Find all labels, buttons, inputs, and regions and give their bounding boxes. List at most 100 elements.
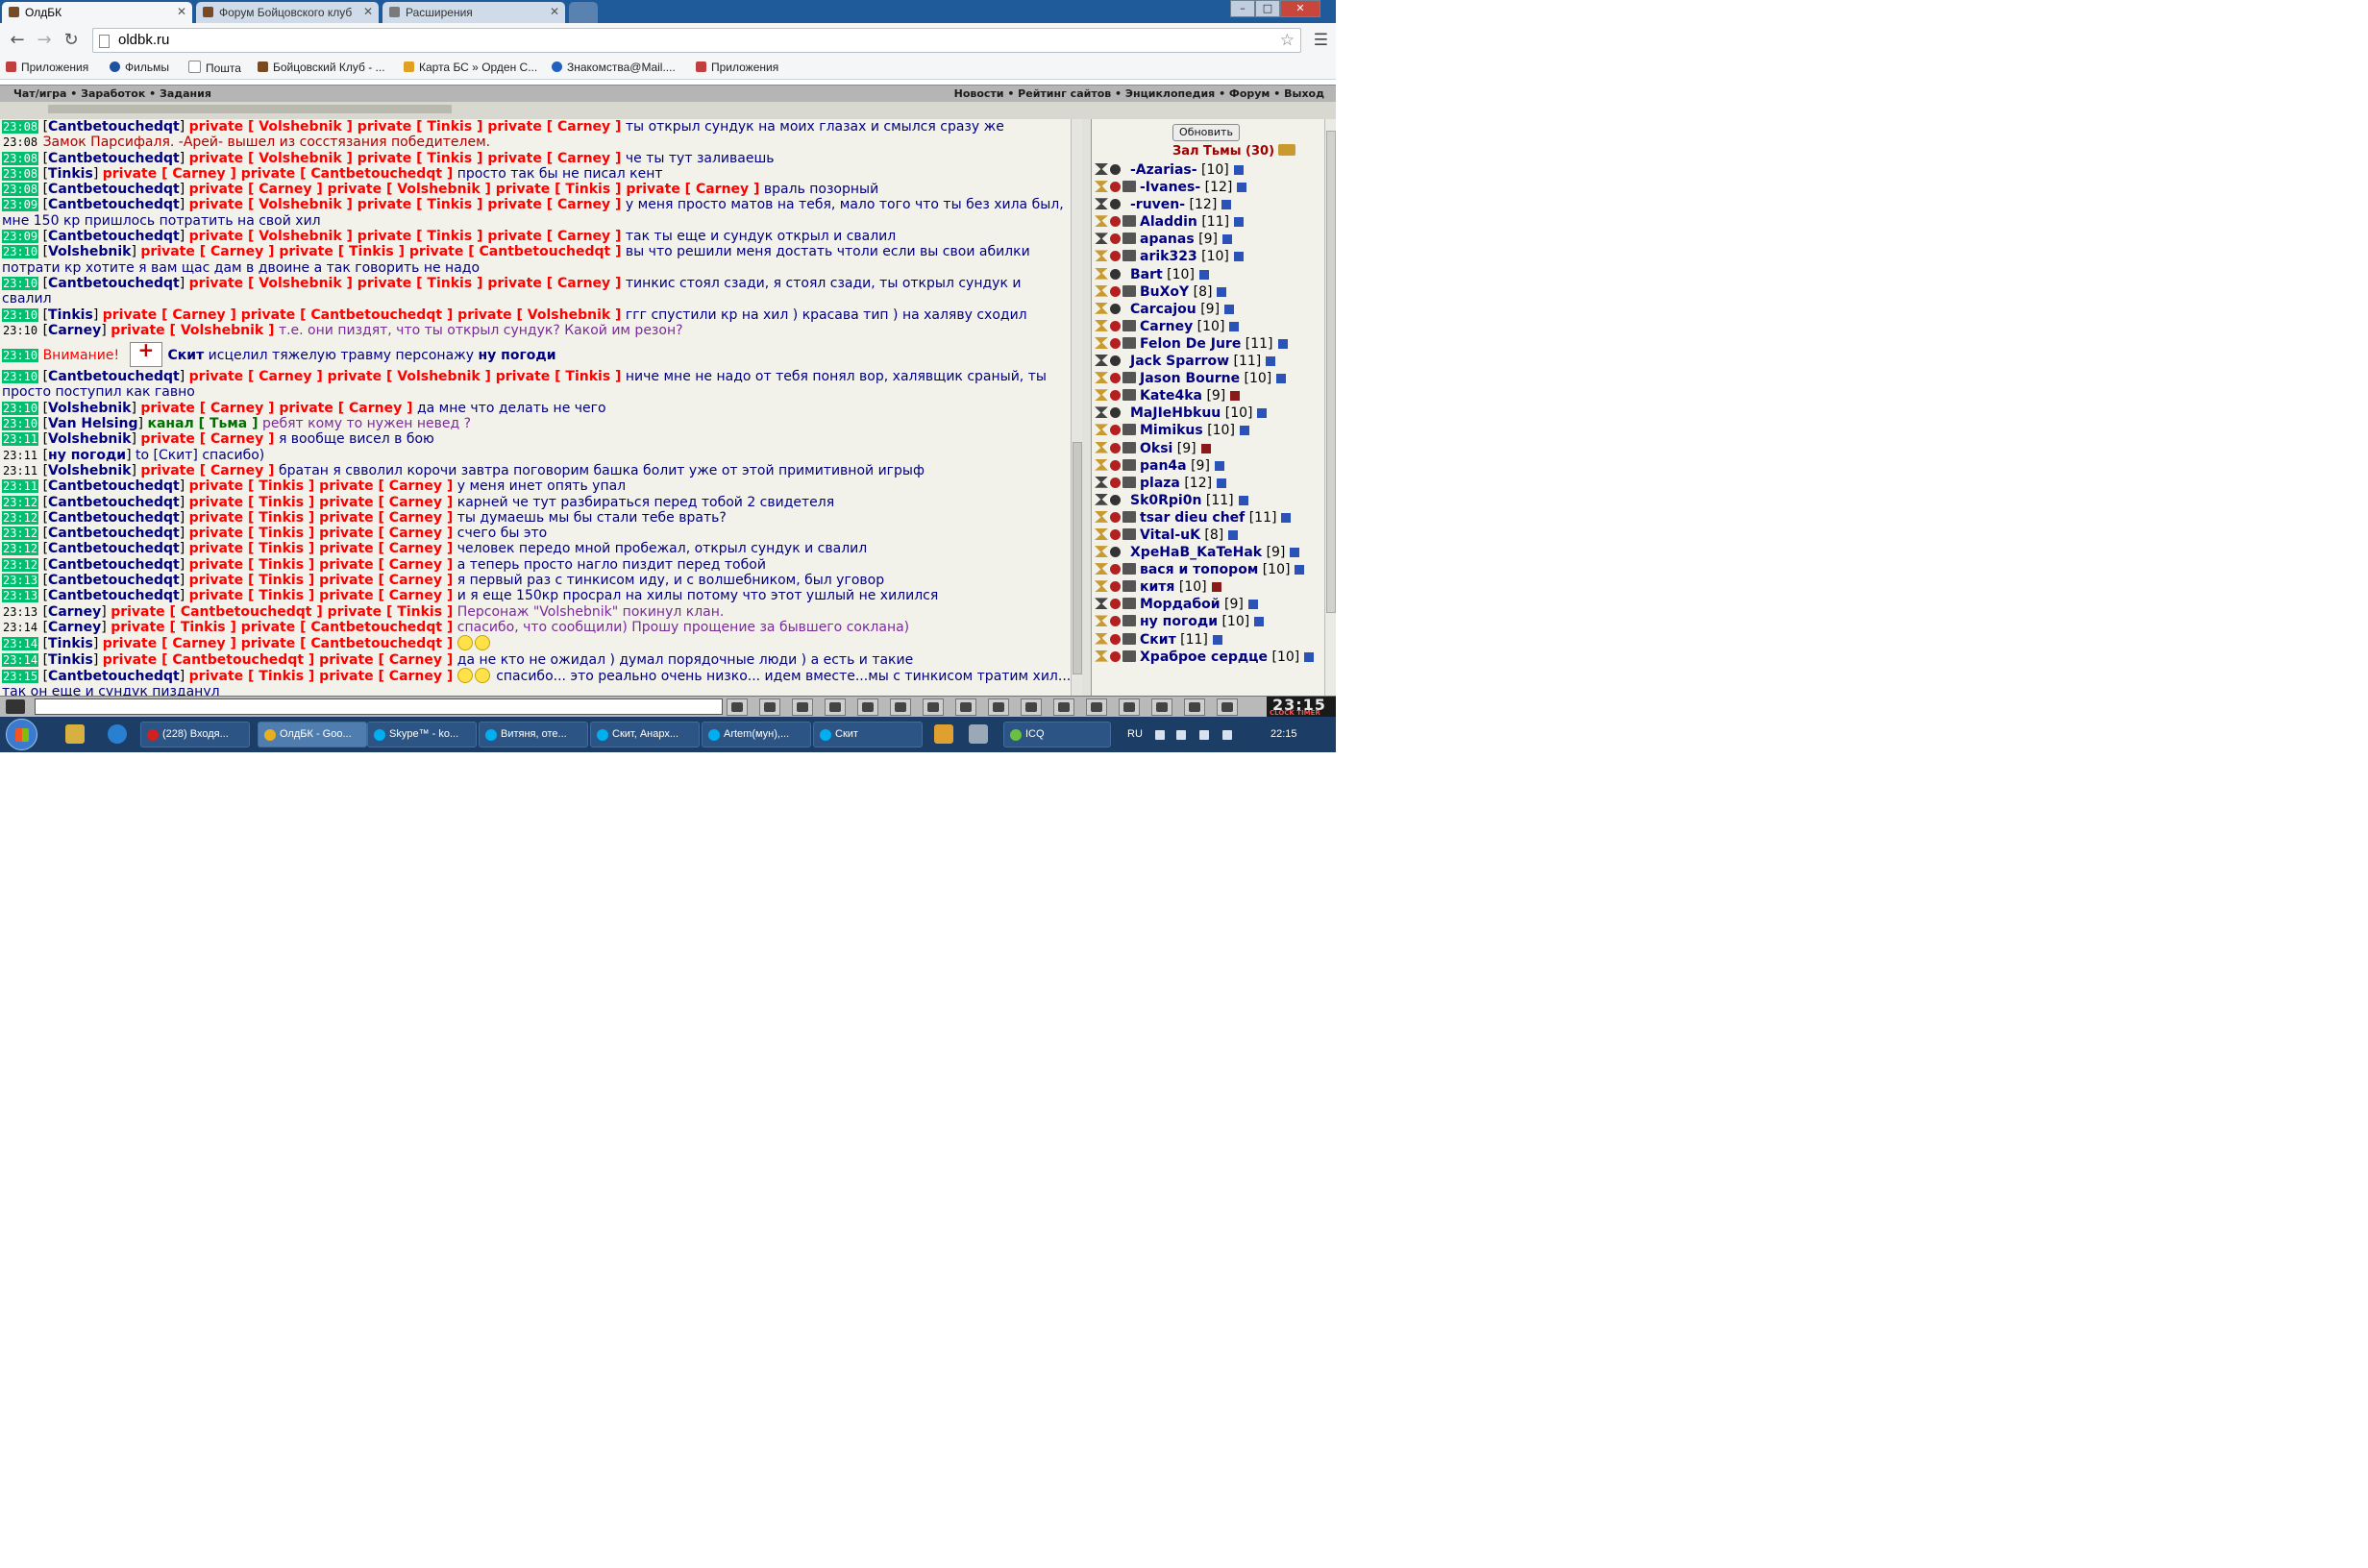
eraser-icon[interactable] — [759, 698, 780, 716]
taskbar-item[interactable]: Skype™ - ko... — [367, 722, 477, 747]
new-tab-button[interactable] — [569, 2, 598, 23]
duel-icon[interactable] — [955, 698, 976, 716]
bag-icon[interactable] — [1151, 698, 1172, 716]
swords-icon[interactable] — [1095, 389, 1108, 402]
star-icon[interactable]: ☆ — [1280, 31, 1295, 50]
private-recipients[interactable]: private [ Tinkis ] private [ Carney ] — [189, 510, 454, 526]
chat-sender[interactable]: [Carney] — [43, 323, 111, 338]
swords-icon[interactable] — [1095, 563, 1108, 576]
user-name[interactable]: Carney — [1140, 319, 1193, 334]
swords-icon[interactable] — [1095, 441, 1108, 453]
chat-sender[interactable]: [Volshebnik] — [43, 244, 141, 259]
sender-nick[interactable]: Carney — [48, 620, 101, 635]
user-row[interactable]: китя [10] — [1092, 578, 1324, 596]
crossed-swords-icon[interactable] — [1095, 233, 1108, 245]
swords-icon[interactable] — [1095, 372, 1108, 384]
sender-nick[interactable]: Van Helsing — [48, 416, 138, 431]
user-name[interactable]: китя — [1140, 579, 1174, 595]
user-row[interactable]: Мордабой [9] — [1092, 596, 1324, 613]
sender-nick[interactable]: Volshebnik — [48, 463, 131, 478]
scroll-icon[interactable] — [1053, 698, 1074, 716]
taskbar-item[interactable]: ICQ — [1003, 722, 1111, 747]
bookmark-oldbk[interactable]: Бойцовский Клуб - ... — [258, 61, 385, 74]
smile-icon[interactable] — [923, 698, 944, 716]
tab-extensions[interactable]: Расширения ✕ — [382, 2, 565, 23]
pane-divider[interactable] — [1082, 119, 1092, 696]
target-nick[interactable]: ну погоди — [479, 348, 556, 363]
user-name[interactable]: -Ivanes- — [1140, 180, 1200, 195]
bookmark-mail[interactable]: Знакомства@Mail.... — [552, 61, 676, 74]
info-icon[interactable] — [1257, 408, 1268, 419]
user-row[interactable]: Храброе сердце [10] — [1092, 649, 1324, 666]
attack-icon[interactable] — [890, 698, 911, 716]
sender-nick[interactable]: Volshebnik — [48, 244, 131, 259]
swords-icon[interactable] — [1095, 615, 1108, 627]
user-row[interactable]: -ruven- [12] — [1092, 196, 1324, 213]
sender-nick[interactable]: Cantbetouchedqt — [48, 669, 180, 684]
user-row[interactable]: BuXoY [8] — [1092, 283, 1324, 301]
chat-sender[interactable]: [Carney] — [43, 620, 111, 635]
private-recipients[interactable]: private [ Carney ] private [ Tinkis ] pr… — [140, 244, 621, 259]
user-row[interactable]: tsar dieu chef [11] — [1092, 509, 1324, 527]
swords-icon[interactable] — [1095, 215, 1108, 228]
volume-icon[interactable] — [1222, 730, 1232, 740]
language-indicator[interactable]: RU — [1127, 728, 1143, 740]
crossed-swords-icon[interactable] — [1095, 355, 1108, 367]
sender-nick[interactable]: Cantbetouchedqt — [48, 276, 180, 291]
private-recipients[interactable]: private [ Volshebnik ] private [ Tinkis … — [189, 276, 622, 291]
user-name[interactable]: Bart — [1130, 267, 1163, 282]
user-name[interactable]: MaJIeHbkuu — [1130, 405, 1221, 421]
close-icon[interactable]: ✕ — [177, 5, 186, 18]
user-row[interactable]: Kate4ka [9] — [1092, 387, 1324, 404]
user-row[interactable]: ну погоди [10] — [1092, 613, 1324, 630]
user-name[interactable]: apanas — [1140, 232, 1195, 247]
chat-mode-icon[interactable] — [6, 699, 25, 714]
private-recipients[interactable]: private [ Volshebnik ] — [111, 323, 274, 338]
system-clock[interactable]: 22:15 — [1270, 728, 1297, 740]
info-icon[interactable] — [1276, 374, 1287, 384]
chat-sender[interactable]: [Cantbetouchedqt] — [43, 369, 189, 384]
info-icon[interactable] — [1214, 460, 1224, 471]
user-row[interactable]: Jason Bourne [10] — [1092, 370, 1324, 387]
sender-nick[interactable]: Tinkis — [48, 307, 93, 323]
private-recipients[interactable]: private [ Tinkis ] private [ Carney ] — [189, 526, 454, 541]
sender-nick[interactable]: Cantbetouchedqt — [48, 526, 180, 541]
user-name[interactable]: arik323 — [1140, 249, 1197, 264]
explorer-icon[interactable] — [65, 724, 85, 744]
user-name[interactable]: -ruven- — [1130, 197, 1185, 212]
sender-nick[interactable]: Cantbetouchedqt — [48, 151, 180, 166]
user-row[interactable]: Oksi [9] — [1092, 440, 1324, 457]
user-name[interactable]: Aladdin — [1140, 214, 1197, 230]
chat-sender[interactable]: [Cantbetouchedqt] — [43, 588, 189, 603]
swords-icon[interactable] — [1095, 181, 1108, 193]
user-name[interactable]: Mimikus — [1140, 423, 1203, 438]
user-name[interactable]: plaza — [1140, 476, 1180, 491]
chat-sender[interactable]: [ну погоди] — [43, 448, 136, 463]
sender-nick[interactable]: Cantbetouchedqt — [48, 573, 180, 588]
user-name[interactable]: pan4a — [1140, 458, 1187, 474]
user-row[interactable]: plaza [12] — [1092, 475, 1324, 492]
private-recipients[interactable]: private [ Tinkis ] private [ Carney ] — [189, 478, 454, 494]
chat-sender[interactable]: [Cantbetouchedqt] — [43, 495, 189, 510]
private-recipients[interactable]: private [ Tinkis ] private [ Carney ] — [189, 588, 454, 603]
swords-icon[interactable] — [1095, 510, 1108, 523]
bookmark-films[interactable]: Фильмы — [110, 61, 169, 74]
user-row[interactable]: Sk0Rpi0n [11] — [1092, 492, 1324, 509]
user-row[interactable]: apanas [9] — [1092, 231, 1324, 248]
ie-icon[interactable] — [108, 724, 127, 744]
private-recipients[interactable]: private [ Carney ] private [ Cantbetouch… — [103, 307, 622, 323]
private-recipients[interactable]: private [ Volshebnik ] private [ Tinkis … — [189, 229, 622, 244]
user-row[interactable]: Aladdin [11] — [1092, 213, 1324, 231]
swords-icon[interactable] — [1095, 580, 1108, 593]
private-recipients[interactable]: private [ Tinkis ] private [ Cantbetouch… — [111, 620, 453, 635]
sender-nick[interactable]: Cantbetouchedqt — [48, 229, 180, 244]
game-nav-right[interactable]: Новости • Рейтинг сайтов • Энциклопедия … — [954, 87, 1324, 100]
info-icon[interactable] — [1281, 512, 1292, 523]
user-row[interactable]: Carney [10] — [1092, 318, 1324, 335]
chat-scrollbar[interactable] — [1071, 119, 1082, 696]
sender-nick[interactable]: Tinkis — [48, 636, 93, 651]
private-recipients[interactable]: private [ Carney ] private [ Cantbetouch… — [103, 636, 454, 651]
user-row[interactable]: Vital-uK [8] — [1092, 527, 1324, 544]
sender-nick[interactable]: Cantbetouchedqt — [48, 197, 180, 212]
chat-sender[interactable]: [Cantbetouchedqt] — [43, 541, 189, 556]
